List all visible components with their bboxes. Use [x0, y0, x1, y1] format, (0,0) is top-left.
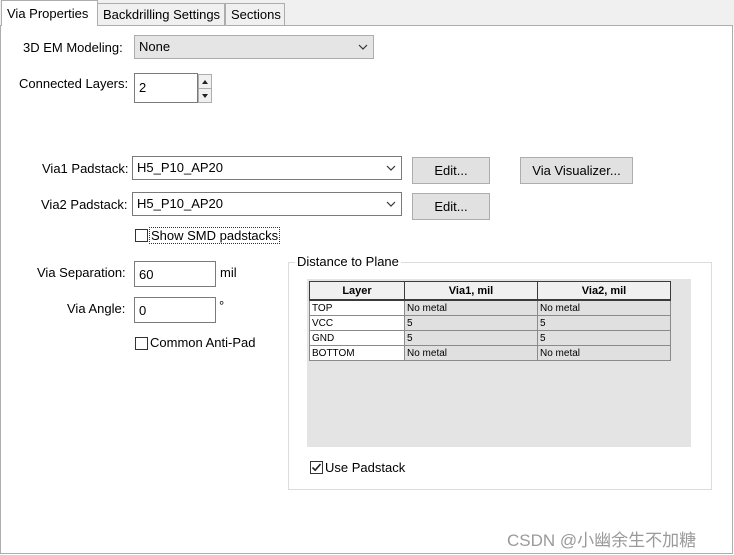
show-smd-label: Show SMD padstacks — [149, 227, 281, 244]
use-padstack-label: Use Padstack — [325, 460, 406, 475]
tab-via-properties[interactable]: Via Properties — [1, 0, 98, 26]
table-cell-layer[interactable]: VCC — [309, 315, 405, 331]
distance-table: Layer Via1, mil Via2, mil TOP No metal N… — [309, 281, 671, 361]
via2-edit-button[interactable]: Edit... — [412, 193, 490, 220]
column-header-layer[interactable]: Layer — [309, 281, 405, 301]
via-separation-input[interactable]: 60 — [134, 261, 216, 287]
table-cell-layer[interactable]: GND — [309, 330, 405, 346]
via-separation-value: 60 — [139, 267, 154, 282]
column-header-via1[interactable]: Via1, mil — [404, 281, 538, 301]
via1-padstack-label: Via1 Padstack: — [42, 161, 129, 176]
via1-padstack-dropdown[interactable]: H5_P10_AP20 — [132, 156, 402, 180]
tab-backdrilling-settings[interactable]: Backdrilling Settings — [97, 3, 225, 25]
table-cell-via1[interactable]: No metal — [404, 345, 538, 361]
checkmark-icon — [311, 463, 322, 472]
via-angle-value: 0 — [139, 303, 147, 318]
arrow-down-icon — [202, 94, 208, 98]
via-visualizer-button[interactable]: Via Visualizer... — [520, 157, 633, 184]
tab-sections[interactable]: Sections — [225, 3, 285, 25]
column-header-via2[interactable]: Via2, mil — [537, 281, 671, 301]
table-cell-via1[interactable]: No metal — [404, 299, 538, 316]
table-cell-via2[interactable]: No metal — [537, 299, 671, 316]
via2-padstack-label: Via2 Padstack: — [41, 197, 128, 212]
via-angle-label: Via Angle: — [67, 301, 126, 316]
via-separation-label: Via Separation: — [37, 265, 126, 280]
via1-padstack-value: H5_P10_AP20 — [137, 160, 224, 175]
distance-to-plane-title: Distance to Plane — [295, 254, 401, 269]
via2-padstack-value: H5_P10_AP20 — [137, 196, 224, 211]
table-cell-via2[interactable]: No metal — [537, 345, 671, 361]
chevron-down-icon — [386, 201, 396, 207]
show-smd-checkbox[interactable] — [135, 229, 148, 242]
table-cell-via2[interactable]: 5 — [537, 330, 671, 346]
em-modeling-value: None — [139, 39, 171, 54]
em-modeling-label: 3D EM Modeling: — [23, 40, 123, 55]
via-angle-input[interactable]: 0 — [134, 297, 216, 323]
chevron-down-icon — [386, 165, 396, 171]
via-angle-unit: ° — [219, 298, 225, 313]
table-row[interactable]: VCC 5 5 — [309, 315, 671, 331]
use-padstack-checkbox[interactable] — [310, 461, 323, 474]
em-modeling-dropdown[interactable]: None — [134, 35, 374, 59]
common-antipad-checkbox[interactable] — [135, 337, 148, 350]
via1-edit-button[interactable]: Edit... — [412, 157, 490, 184]
table-cell-via1[interactable]: 5 — [404, 330, 538, 346]
table-row[interactable]: TOP No metal No metal — [309, 299, 671, 316]
common-antipad-label: Common Anti-Pad — [150, 335, 256, 350]
table-cell-via1[interactable]: 5 — [404, 315, 538, 331]
via-separation-unit: mil — [220, 265, 237, 280]
distance-table-container: Layer Via1, mil Via2, mil TOP No metal N… — [307, 279, 691, 447]
table-cell-via2[interactable]: 5 — [537, 315, 671, 331]
arrow-up-icon — [202, 80, 208, 84]
connected-layers-increment[interactable] — [198, 74, 212, 89]
table-row[interactable]: BOTTOM No metal No metal — [309, 345, 671, 361]
watermark-text: CSDN @小幽余生不加糖 — [507, 531, 697, 550]
chevron-down-icon — [358, 44, 368, 50]
connected-layers-decrement[interactable] — [198, 88, 212, 103]
connected-layers-input[interactable]: 2 — [134, 73, 198, 103]
connected-layers-value: 2 — [139, 80, 147, 95]
table-cell-layer[interactable]: TOP — [309, 299, 405, 316]
table-cell-layer[interactable]: BOTTOM — [309, 345, 405, 361]
via2-padstack-dropdown[interactable]: H5_P10_AP20 — [132, 192, 402, 216]
table-row[interactable]: GND 5 5 — [309, 330, 671, 346]
connected-layers-label: Connected Layers: — [19, 76, 129, 91]
